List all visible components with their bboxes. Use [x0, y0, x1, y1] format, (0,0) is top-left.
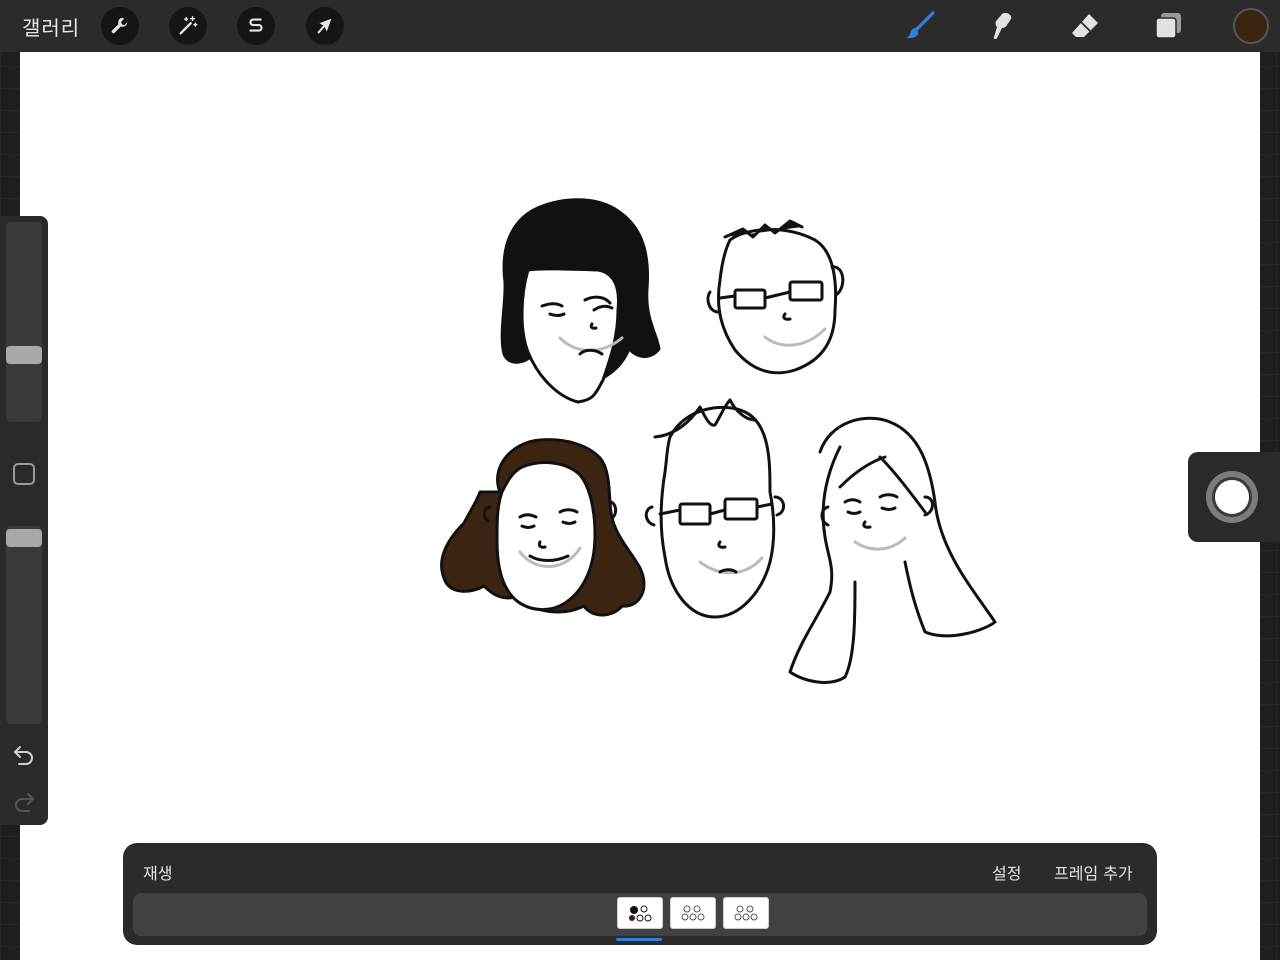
- actions-button[interactable]: [101, 7, 139, 45]
- face-black-hair-woman: [500, 198, 661, 404]
- brush-size-slider[interactable]: [6, 222, 42, 422]
- selection-s-icon: [249, 18, 263, 32]
- eraser-button[interactable]: [1067, 8, 1103, 44]
- play-button[interactable]: 재생: [143, 860, 172, 884]
- frame-3-preview: [734, 905, 758, 921]
- frame-thumbnail[interactable]: [617, 897, 663, 929]
- brush-button[interactable]: [902, 8, 938, 44]
- procreate-app: 갤러리 재생 설정 프레임 추가: [0, 0, 1280, 960]
- left-sidebar: [0, 216, 48, 825]
- frame-2-preview: [681, 905, 705, 921]
- smudge-button[interactable]: [984, 8, 1020, 44]
- selection-button[interactable]: [237, 7, 275, 45]
- magic-wand-icon: [179, 16, 198, 35]
- face-glasses-man-1: [706, 219, 845, 375]
- top-toolbar: 갤러리: [0, 0, 1280, 52]
- undo-arrow-icon: [13, 746, 33, 765]
- add-frame-button[interactable]: 프레임 추가: [1054, 860, 1133, 884]
- drawing-canvas[interactable]: [20, 52, 1260, 960]
- brush-size-knob[interactable]: [6, 346, 42, 364]
- frame-thumbnail[interactable]: [723, 897, 769, 929]
- animation-assist-bar: 재생 설정 프레임 추가: [123, 843, 1157, 945]
- family-portrait-drawing: [440, 198, 997, 684]
- wrench-icon: [111, 17, 128, 34]
- settings-button[interactable]: 설정: [992, 860, 1021, 884]
- frame-1-preview: [629, 905, 652, 922]
- layers-button[interactable]: [1150, 8, 1186, 44]
- opacity-knob[interactable]: [6, 529, 42, 547]
- arrow-cursor-icon: [317, 18, 332, 34]
- shutter-circle-icon: [1212, 477, 1252, 517]
- eraser-icon: [1072, 14, 1098, 37]
- redo-arrow-icon: [15, 793, 35, 812]
- layers-icon: [1155, 13, 1181, 39]
- gallery-button[interactable]: 갤러리: [22, 12, 80, 41]
- frames-timeline: [133, 893, 1147, 936]
- color-picker-swatch[interactable]: [1233, 8, 1269, 44]
- selected-frame-indicator: [616, 938, 662, 941]
- smudge-icon: [993, 13, 1012, 40]
- redo-button[interactable]: [11, 790, 37, 812]
- floating-panel: [1188, 452, 1280, 542]
- undo-button[interactable]: [11, 743, 37, 765]
- face-long-hair-woman: [788, 416, 997, 684]
- opacity-slider[interactable]: [6, 526, 42, 724]
- face-glasses-man-2: [644, 398, 785, 619]
- transform-button[interactable]: [306, 7, 344, 45]
- modify-button[interactable]: [13, 463, 35, 485]
- adjustments-button[interactable]: [169, 7, 207, 45]
- frame-thumbnail[interactable]: [670, 897, 716, 929]
- eyedropper-button[interactable]: [1206, 471, 1258, 523]
- brush-icon: [906, 11, 935, 39]
- face-brown-hair-woman: [440, 438, 646, 617]
